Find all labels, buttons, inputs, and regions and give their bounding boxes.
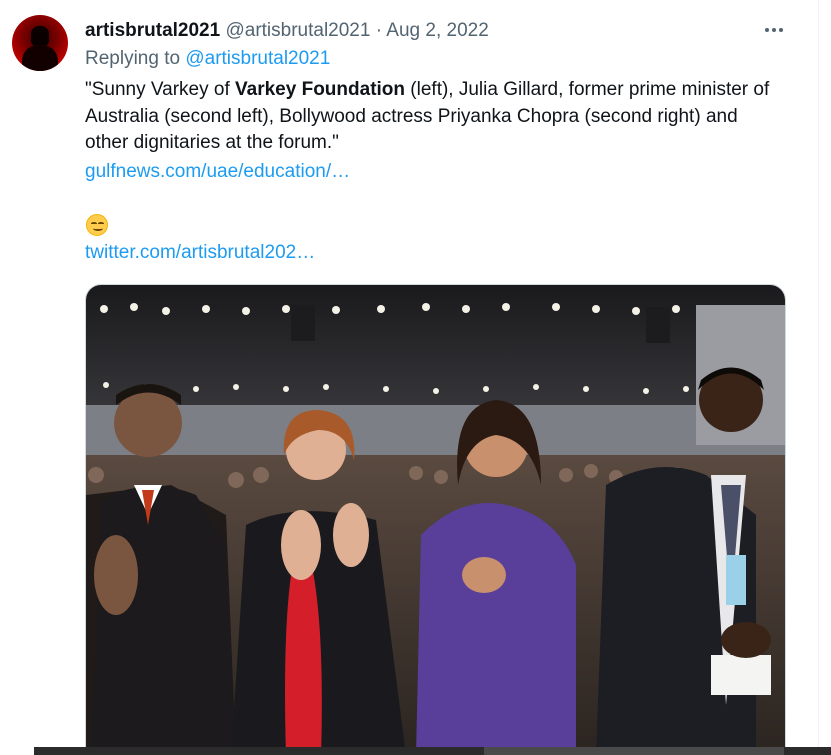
avatar[interactable]: [12, 15, 68, 71]
more-dot: [765, 28, 769, 32]
separator-dot: ·: [375, 20, 383, 41]
replying-to-label: Replying to: [85, 48, 186, 69]
avatar-figure-head: [31, 26, 49, 46]
emoji-mouth: [93, 226, 103, 231]
replying-to-mention[interactable]: @artisbrutal2021: [185, 48, 330, 69]
more-dot: [779, 28, 783, 32]
more-options-icon[interactable]: [761, 18, 787, 42]
smirking-face-emoji-icon: [86, 214, 108, 236]
photo-forum-audience: [86, 285, 785, 754]
tweet-photo[interactable]: [85, 284, 786, 755]
emoji-left-eye: [91, 222, 97, 225]
horizontal-scrollbar[interactable]: [34, 747, 831, 755]
tweet-text-start: "Sunny Varkey of: [85, 79, 236, 100]
tweet-date[interactable]: Aug 2, 2022: [386, 20, 488, 41]
more-dot: [772, 28, 776, 32]
user-handle[interactable]: @artisbrutal2021: [225, 20, 370, 41]
tweet-text: "Sunny Varkey of Varkey Foundation (left…: [85, 77, 785, 157]
avatar-figure-body: [22, 45, 58, 71]
replying-to: Replying to @artisbrutal2021: [85, 47, 330, 71]
tweet-text-bold: Varkey Foundation: [235, 79, 406, 100]
tweet-header: artisbrutal2021 @artisbrutal2021 · Aug 2…: [85, 19, 489, 43]
scrollbar-thumb[interactable]: [484, 747, 784, 755]
gulfnews-link[interactable]: gulfnews.com/uae/education/…: [85, 160, 350, 184]
emoji-right-eye: [98, 222, 104, 225]
quoted-tweet-link[interactable]: twitter.com/artisbrutal202…: [85, 241, 315, 265]
display-name[interactable]: artisbrutal2021: [85, 20, 220, 41]
column-divider: [818, 0, 819, 755]
